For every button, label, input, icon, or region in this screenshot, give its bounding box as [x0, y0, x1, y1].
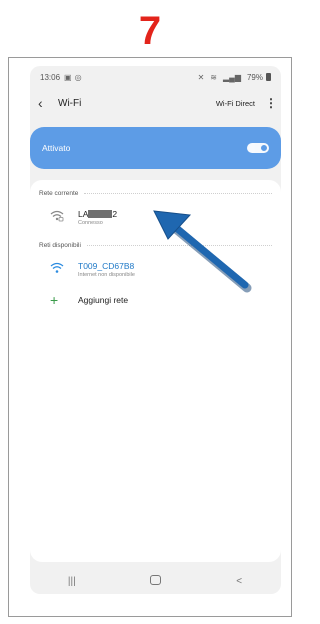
- current-network-status: Connesso: [78, 220, 103, 226]
- wifi-lock-icon: [50, 210, 64, 222]
- switch-knob: [260, 144, 268, 152]
- pointer-arrow-icon: [153, 210, 252, 293]
- recent-apps-button[interactable]: |||: [52, 576, 92, 587]
- back-nav-button[interactable]: <: [219, 576, 259, 587]
- section-divider: [84, 192, 272, 194]
- plus-icon: +: [50, 292, 59, 308]
- wifi-icon: [50, 262, 64, 273]
- available-networks-header-label: Reti disponibili: [39, 241, 81, 249]
- wifi-direct-button[interactable]: Wi-Fi Direct: [216, 99, 255, 108]
- page-title: Wi-Fi: [58, 97, 82, 109]
- phone-screen: 13:06 ▣ ◎ ✕ ≋ ▂▄▆ 79% ‹ Wi-Fi Wi-Fi Dire…: [30, 66, 281, 594]
- status-time: 13:06: [40, 72, 61, 82]
- wifi-toggle-row[interactable]: Attivato: [30, 127, 281, 169]
- available-network-name: T009_CD67B8: [78, 261, 135, 271]
- status-right: ✕ ≋ ▂▄▆ 79%: [198, 73, 271, 82]
- home-button[interactable]: [135, 574, 175, 588]
- home-icon: [149, 574, 161, 585]
- current-network-header-label: Rete corrente: [39, 189, 79, 197]
- gallery-icon: ▣: [64, 72, 72, 82]
- more-vertical-icon[interactable]: ⋮: [265, 96, 277, 110]
- navigation-bar: ||| <: [30, 569, 281, 593]
- battery-icon: [266, 73, 271, 81]
- step-number: 7: [138, 9, 162, 53]
- wifi-toggle-label: Attivato: [42, 143, 71, 153]
- network-name-suffix: 2: [112, 209, 118, 219]
- signal-icon: ▂▄▆: [223, 72, 241, 82]
- redacted-block: [88, 210, 113, 218]
- current-network-header: Rete corrente: [39, 188, 272, 198]
- add-network-label: Aggiungi rete: [78, 295, 129, 305]
- current-network-name: LA 2: [78, 209, 117, 219]
- instagram-icon: ◎: [74, 72, 82, 82]
- app-bar: ‹ Wi-Fi Wi-Fi Direct ⋮: [30, 90, 281, 116]
- status-bar: 13:06 ▣ ◎ ✕ ≋ ▂▄▆ 79%: [30, 66, 281, 88]
- vibrate-icon: ≋: [210, 72, 217, 82]
- chevron-left-icon[interactable]: ‹: [38, 95, 54, 111]
- battery-percent: 79%: [246, 72, 263, 82]
- network-name-prefix: LA: [78, 209, 89, 219]
- available-network-status: Internet non disponibile: [78, 272, 135, 278]
- wifi-switch[interactable]: [247, 143, 269, 153]
- mute-icon: ✕: [197, 72, 205, 82]
